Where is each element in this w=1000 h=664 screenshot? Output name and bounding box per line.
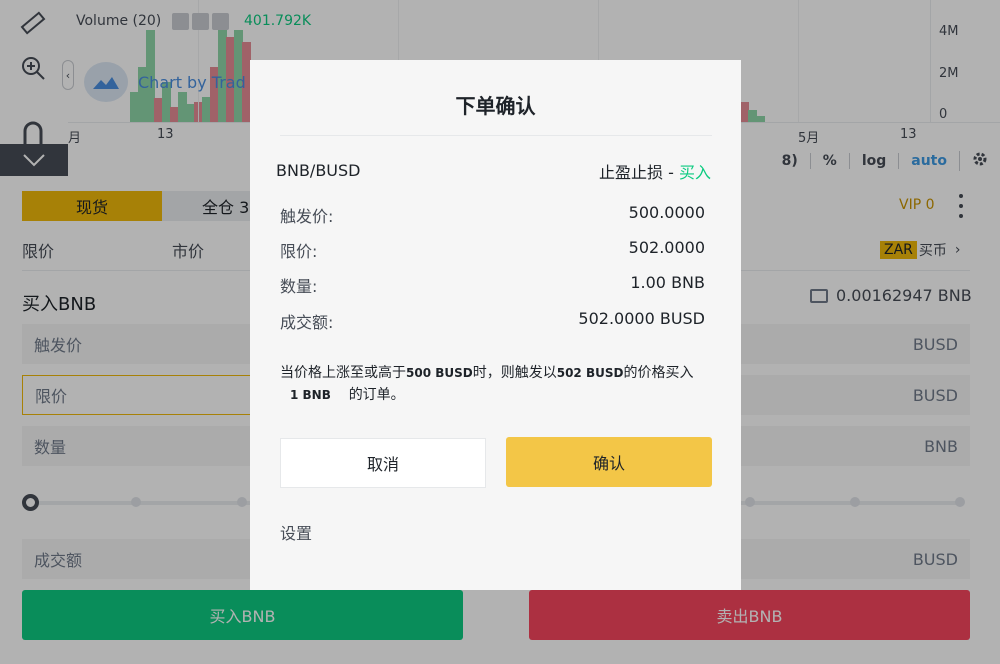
order-description: 当价格上涨至或高于500 BUSD时，则触发以502 BUSD的价格买入 1 B…: [280, 362, 710, 406]
row-label: 数量:: [280, 277, 318, 296]
detail-row-amount: 数量: 1.00 BNB: [280, 273, 705, 297]
row-value: 500.0000: [628, 203, 705, 222]
detail-row-total: 成交额: 502.0000 BUSD: [280, 309, 705, 333]
order-type-label: 止盈止损 -: [599, 163, 679, 182]
row-value: 502.0000 BUSD: [578, 309, 705, 328]
row-label: 成交额:: [280, 313, 334, 332]
order-kind: 止盈止损 - 买入: [599, 159, 711, 183]
divider: [280, 135, 712, 136]
desc-text: 的订单。: [348, 387, 405, 403]
trading-pair: BNB/BUSD: [276, 161, 361, 180]
detail-row-limit-price: 限价: 502.0000: [280, 238, 705, 262]
dialog-title: 下单确认: [455, 94, 536, 118]
row-label: 限价:: [280, 242, 318, 261]
desc-bold: 1 BNB: [290, 388, 331, 402]
desc-bold: 500 BUSD: [406, 366, 473, 380]
row-value: 1.00 BNB: [630, 273, 705, 292]
desc-text: 的价格买入: [623, 365, 694, 381]
order-side: 买入: [678, 163, 711, 182]
row-label: 触发价:: [280, 207, 334, 226]
order-confirm-dialog: 下单确认 BNB/BUSD 止盈止损 - 买入 触发价: 500.0000 限价…: [250, 60, 741, 590]
cancel-button[interactable]: 取消: [280, 438, 486, 488]
settings-link[interactable]: 设置: [280, 520, 312, 544]
desc-text: 时，则触发以: [472, 365, 557, 381]
confirm-button[interactable]: 确认: [506, 437, 712, 487]
detail-row-stop-price: 触发价: 500.0000: [280, 203, 705, 227]
desc-bold: 502 BUSD: [556, 366, 624, 380]
desc-text: 当价格上涨至或高于: [280, 365, 406, 381]
row-value: 502.0000: [628, 238, 705, 257]
